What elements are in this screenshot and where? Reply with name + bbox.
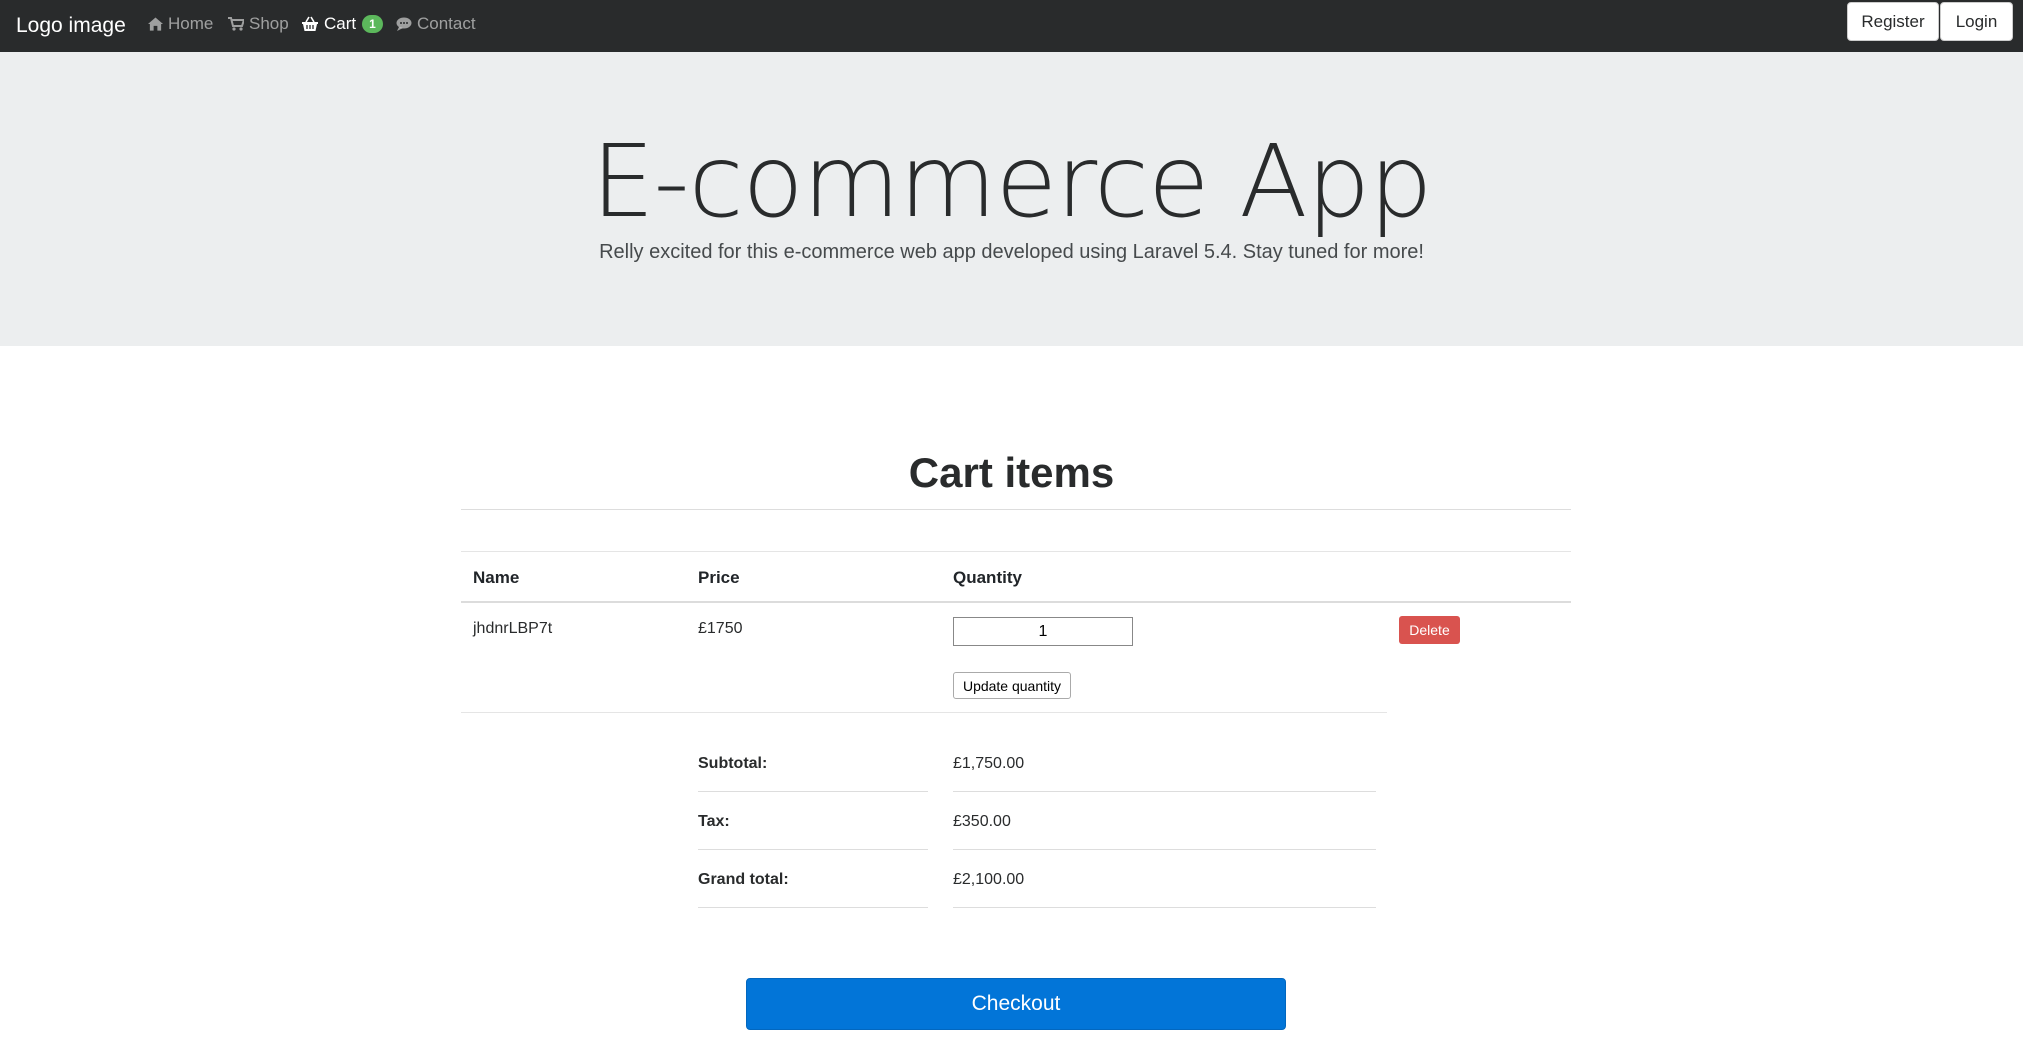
tax-label: Tax: — [698, 813, 730, 830]
nav-item-label: Contact — [417, 14, 476, 33]
summary-divider — [953, 791, 1376, 792]
navbar: Logo image Home Shop Cart 1 Contact Regi… — [0, 0, 2023, 52]
grand-total-value: £2,100.00 — [953, 871, 1025, 888]
basket-icon — [302, 16, 318, 31]
delete-button[interactable]: Delete — [1399, 616, 1460, 644]
page-lead: Relly excited for this e-commerce web ap… — [599, 241, 1424, 263]
cart-title: Cart items — [908, 449, 1115, 496]
update-quantity-button[interactable]: Update quantity — [953, 672, 1071, 699]
brand-logo[interactable]: Logo image — [16, 12, 126, 40]
title-divider — [461, 509, 1571, 510]
quantity-input[interactable] — [953, 617, 1133, 646]
subtotal-value: £1,750.00 — [953, 755, 1025, 772]
summary-divider — [698, 791, 928, 792]
nav-item-label: Shop — [249, 14, 289, 33]
shopping-cart-icon — [228, 17, 244, 31]
nav-item-cart[interactable]: Cart 1 — [301, 13, 383, 35]
summary-divider — [698, 907, 928, 908]
column-header-name: Name — [473, 568, 520, 587]
home-icon — [148, 17, 163, 31]
summary-divider — [698, 849, 928, 850]
login-button[interactable]: Login — [1940, 2, 2013, 41]
column-header-quantity: Quantity — [953, 568, 1022, 587]
table-top-border — [461, 551, 1571, 552]
cart-count-badge: 1 — [362, 15, 383, 33]
column-header-price: Price — [698, 568, 740, 587]
checkout-button[interactable]: Checkout — [746, 978, 1286, 1030]
tax-value: £350.00 — [953, 813, 1011, 830]
nav-item-home[interactable]: Home — [148, 13, 213, 35]
register-button[interactable]: Register — [1847, 2, 1939, 41]
nav-item-contact[interactable]: Contact — [396, 13, 476, 35]
nav-item-label: Home — [168, 14, 214, 33]
comment-icon — [396, 17, 412, 31]
nav-item-label: Cart — [324, 14, 357, 33]
item-name: jhdnrLBP7t — [473, 620, 553, 637]
jumbotron: E-commerce App Relly excited for this e-… — [0, 52, 2023, 346]
summary-divider — [953, 849, 1376, 850]
table-header-border — [461, 601, 1571, 603]
nav-item-shop[interactable]: Shop — [228, 13, 289, 35]
row-border — [461, 712, 1387, 713]
page-title: E-commerce App — [591, 123, 1432, 240]
summary-divider — [953, 907, 1376, 908]
item-price: £1750 — [698, 620, 743, 637]
subtotal-label: Subtotal: — [698, 755, 768, 772]
grand-total-label: Grand total: — [698, 871, 789, 888]
